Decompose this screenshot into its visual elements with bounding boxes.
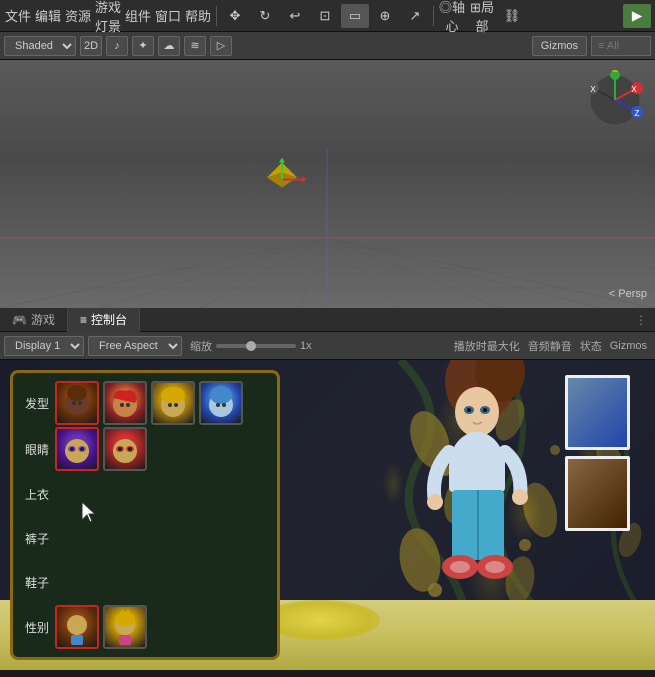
audio-btn[interactable]: ♪ [106, 36, 128, 56]
mute-btn[interactable]: 音频静音 [528, 338, 572, 354]
rotate-btn[interactable]: ↻ [251, 4, 279, 28]
tab-menu[interactable]: ⋮ [627, 308, 655, 332]
anim-btn[interactable]: ▷ [210, 36, 232, 56]
file-menu[interactable]: 文件 [4, 4, 32, 28]
persp-label: < Persp [609, 288, 647, 300]
shoes-row: 鞋子 [21, 561, 269, 603]
game-tab[interactable]: 🎮 游戏 [0, 308, 68, 332]
2d-toggle[interactable]: 2D [80, 36, 102, 56]
link-btn[interactable]: ⛓ [498, 4, 526, 28]
gameobject-menu[interactable]: 游戏灯景 [94, 4, 122, 28]
help-menu[interactable]: 帮助 [184, 4, 212, 28]
scene-bar: Shaded 2D ♪ ✦ ☁ ≋ ▷ Gizmos [0, 32, 655, 60]
play-button[interactable]: ▶ [623, 4, 651, 28]
view-tabs: 🎮 游戏 ≡ 控制台 ⋮ [0, 308, 655, 332]
console-icon: ≡ [80, 313, 87, 327]
pants-label: 裤子 [21, 530, 49, 547]
pants-row: 裤子 [21, 517, 269, 559]
separator-2 [433, 6, 434, 26]
svg-text:X: X [631, 85, 637, 94]
game-gizmos-btn[interactable]: Gizmos [610, 340, 647, 352]
game-bar: Display 1 Free Aspect 缩放 1x 播放时最大化 音频静音 … [0, 332, 655, 360]
svg-text:Z: Z [635, 109, 640, 118]
game-tab-label: 游戏 [31, 311, 55, 328]
display-dropdown[interactable]: Display 1 [4, 336, 84, 356]
eyes-row: 眼睛 [21, 427, 269, 471]
scale-btn[interactable]: ⊕ [371, 4, 399, 28]
assets-menu[interactable]: 资源 [64, 4, 92, 28]
status-btn[interactable]: 状态 [580, 338, 602, 354]
eyes-option-1[interactable] [55, 427, 99, 471]
gender-option-1[interactable] [55, 605, 99, 649]
gender-label: 性别 [21, 619, 49, 636]
wall-pic-2 [565, 456, 630, 531]
console-tab[interactable]: ≡ 控制台 [68, 308, 140, 332]
top-row: 上衣 [21, 473, 269, 515]
fog-btn[interactable]: ≋ [184, 36, 206, 56]
hair-options [55, 381, 243, 425]
redo-btn[interactable]: ⊡ [311, 4, 339, 28]
gizmos-dropdown[interactable]: Gizmos [532, 36, 587, 56]
search-input[interactable] [591, 36, 651, 56]
rect-btn[interactable]: ▭ [341, 4, 369, 28]
top-toolbar: 文件 编辑 资源 游戏灯景 组件 窗口 帮助 ✥ ↻ ↩ ⊡ ▭ ⊕ ↗ ◎轴心… [0, 0, 655, 32]
maximize-btn[interactable]: 播放时最大化 [454, 338, 520, 354]
top-label: 上衣 [21, 486, 49, 503]
scene-object [257, 158, 307, 211]
gender-option-2[interactable] [103, 605, 147, 649]
svg-text:X: X [590, 85, 596, 94]
transform-btn[interactable]: ✥ [221, 4, 249, 28]
sky-btn[interactable]: ☁ [158, 36, 180, 56]
hair-option-2[interactable] [103, 381, 147, 425]
scale-slider[interactable]: 缩放 1x [190, 338, 312, 354]
slider-thumb [246, 341, 256, 351]
window-menu[interactable]: 窗口 [154, 4, 182, 28]
game-bar-right: 播放时最大化 音频静音 状态 Gizmos [454, 338, 651, 354]
scene-grid [0, 148, 655, 308]
edit-menu[interactable]: 编辑 [34, 4, 62, 28]
scene-view: X X Z < Persp [0, 60, 655, 308]
hair-row: 发型 [21, 381, 269, 425]
wall-pic-1 [565, 375, 630, 450]
local-btn[interactable]: ⊞局部 [468, 4, 496, 28]
component-menu[interactable]: 组件 [124, 4, 152, 28]
console-tab-label: 控制台 [91, 311, 127, 328]
game-character [405, 360, 555, 605]
character-svg [405, 360, 555, 602]
game-view: 发型 [0, 360, 655, 670]
scale-prefix: 缩放 [190, 338, 212, 354]
scale-value: 1x [300, 340, 312, 352]
undo-btn[interactable]: ↩ [281, 4, 309, 28]
shoes-label: 鞋子 [21, 574, 49, 591]
move-btn[interactable]: ↗ [401, 4, 429, 28]
slider-track[interactable] [216, 344, 296, 348]
effects-btn[interactable]: ✦ [132, 36, 154, 56]
shading-dropdown[interactable]: Shaded [4, 36, 76, 56]
wall-decorations [565, 375, 630, 531]
axis-btn[interactable]: ◎轴心 [438, 4, 466, 28]
gender-options [55, 605, 147, 649]
character-panel: 发型 [10, 370, 280, 660]
scene-bar-right: Gizmos [532, 36, 651, 56]
gizmo-widget: X X Z [585, 70, 645, 130]
hair-option-1[interactable] [55, 381, 99, 425]
eyes-options [55, 427, 147, 471]
gamepad-icon: 🎮 [12, 313, 27, 327]
hair-option-4[interactable] [199, 381, 243, 425]
separator-1 [216, 6, 217, 26]
gender-row: 性别 [21, 605, 269, 649]
hair-label: 发型 [21, 395, 49, 412]
eyes-option-2[interactable] [103, 427, 147, 471]
aspect-dropdown[interactable]: Free Aspect [88, 336, 182, 356]
eyes-label: 眼睛 [21, 441, 49, 458]
hair-option-3[interactable] [151, 381, 195, 425]
